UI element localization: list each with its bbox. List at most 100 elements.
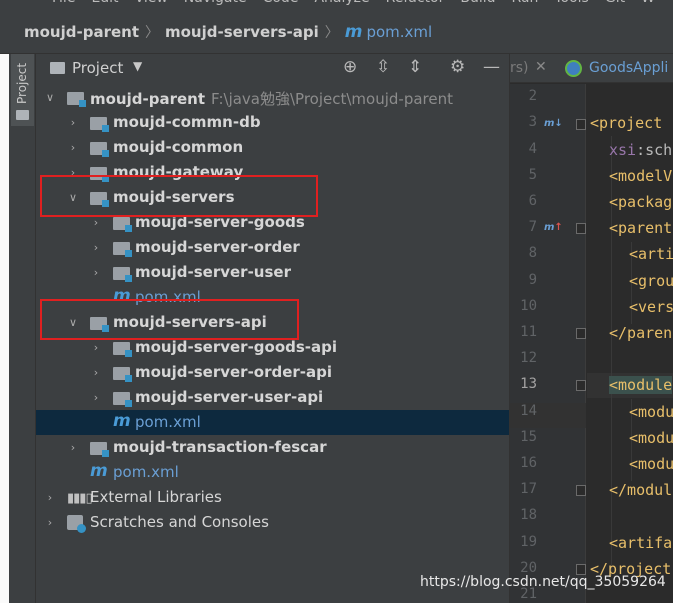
menu-item[interactable]: Analyze [314, 0, 369, 6]
code-line[interactable]: <packag [609, 193, 672, 211]
chevron-right-icon[interactable]: › [90, 391, 102, 404]
chevron-right-icon[interactable]: › [44, 491, 56, 504]
tree-item-common[interactable]: › moujd-common [36, 135, 509, 160]
chevron-right-icon[interactable]: › [90, 341, 102, 354]
line-number: 7 [528, 219, 537, 235]
fold-marker[interactable] [576, 328, 586, 339]
line-number: 15 [520, 429, 537, 445]
code-attribute-rest: :sch [636, 141, 673, 159]
collapse-all-icon[interactable]: ⇕ [408, 57, 422, 77]
code-attribute: xsi [609, 141, 637, 159]
chevron-right-icon[interactable]: › [67, 116, 79, 129]
tree-item-label: pom.xml [113, 463, 179, 481]
tree-item-scratches[interactable]: › Scratches and Consoles [36, 510, 509, 535]
tree-item-label: moujd-transaction-fescar [113, 438, 327, 456]
line-number: 18 [520, 507, 537, 523]
code-line[interactable]: <modu [629, 403, 673, 421]
fold-marker[interactable] [576, 119, 586, 130]
spring-boot-icon [565, 60, 582, 77]
chevron-right-icon[interactable]: › [90, 266, 102, 279]
maven-override-icon[interactable]: m↑ [544, 222, 563, 233]
close-icon[interactable]: ✕ [535, 59, 547, 75]
tree-item-external-libraries[interactable]: › ▮▮▮▯ External Libraries [36, 485, 509, 510]
menu-item[interactable]: Navigate [184, 0, 247, 6]
menu-item[interactable]: Git [605, 0, 625, 6]
tree-item-transaction-fescar[interactable]: › moujd-transaction-fescar [36, 435, 509, 460]
chevron-right-icon[interactable]: › [44, 516, 56, 529]
tree-item-server-user[interactable]: › moujd-server-user [36, 260, 509, 285]
chevron-right-icon[interactable]: › [67, 441, 79, 454]
fold-marker[interactable] [576, 223, 586, 234]
highlight-box-servers [40, 175, 318, 217]
menu-item[interactable]: Code [263, 0, 299, 6]
code-line[interactable]: <vers [629, 298, 673, 316]
tree-item-label: moujd-server-user-api [135, 388, 324, 406]
line-number: 16 [520, 455, 537, 471]
code-line[interactable]: <grou [629, 272, 673, 290]
chevron-right-icon[interactable]: › [90, 366, 102, 379]
editor-gutter [510, 84, 586, 603]
breadcrumb-file[interactable]: pom.xml [366, 23, 432, 41]
tree-item-server-order-api[interactable]: › moujd-server-order-api [36, 360, 509, 385]
module-folder-icon [113, 367, 132, 382]
code-line[interactable]: xsi:sch [609, 141, 672, 159]
line-number: 17 [520, 481, 537, 497]
chevron-right-icon[interactable]: › [90, 216, 102, 229]
module-folder-icon [113, 392, 132, 407]
module-folder-icon [113, 342, 132, 357]
tree-item-server-user-api[interactable]: › moujd-server-user-api [36, 385, 509, 410]
expand-all-icon[interactable]: ⇳ [376, 57, 390, 77]
code-line[interactable]: <project [590, 114, 662, 132]
menu-item[interactable]: View [135, 0, 168, 6]
chevron-right-icon[interactable]: › [67, 141, 79, 154]
menu-item[interactable]: Edit [91, 0, 118, 6]
watermark-url: https://blog.csdn.net/qq_35059264 [420, 574, 666, 590]
editor-tab-goods-application[interactable]: GoodsAppli [589, 60, 668, 76]
chevron-down-icon[interactable]: ▼ [133, 59, 142, 73]
tree-item-label: External Libraries [90, 488, 222, 506]
module-folder-icon [67, 92, 86, 107]
menu-item[interactable]: W [641, 0, 655, 6]
code-line[interactable]: <artifa [609, 534, 672, 552]
code-line[interactable]: <modu [629, 429, 673, 447]
scratches-icon [67, 515, 86, 533]
code-line[interactable]: <modelV [609, 167, 672, 185]
line-number: 19 [520, 534, 537, 550]
editor-tab-partial[interactable]: rs) [510, 60, 529, 76]
breadcrumb-module[interactable]: moujd-servers-api [165, 23, 319, 41]
crosshair-icon[interactable]: ⊕ [343, 57, 357, 77]
code-line[interactable]: <modu [629, 455, 673, 473]
code-line[interactable]: </modul [609, 481, 672, 499]
menu-items[interactable]: File Edit View Navigate Code Analyze Refactor B… [52, 0, 671, 6]
maven-icon: m [113, 411, 131, 431]
menu-item[interactable]: Run [512, 0, 539, 6]
tree-item-root-pom[interactable]: m pom.xml [36, 460, 509, 485]
menu-item[interactable]: Refactor [386, 0, 445, 6]
tree-item-servers-api-pom[interactable]: m pom.xml [36, 410, 509, 435]
chevron-right-icon: 〉 [145, 24, 159, 41]
menu-item[interactable]: Build [460, 0, 495, 6]
tree-item-commn-db[interactable]: › moujd-commn-db [36, 110, 509, 135]
code-line[interactable]: <arti [629, 245, 673, 263]
breadcrumb-root[interactable]: moujd-parent [24, 23, 139, 41]
line-number: 6 [528, 193, 537, 209]
code-line[interactable]: </paren [609, 324, 672, 342]
chevron-right-icon[interactable]: › [90, 241, 102, 254]
maven-icon: m [90, 461, 108, 481]
menu-item[interactable]: File [52, 0, 75, 6]
menu-item[interactable]: Tools [554, 0, 589, 6]
code-line-current[interactable]: <module [609, 376, 673, 394]
panel-title[interactable]: Project [72, 59, 123, 77]
tree-item-server-order[interactable]: › moujd-server-order [36, 235, 509, 260]
code-line[interactable]: <parent [609, 219, 672, 237]
maven-gutter-icon[interactable]: m↓ [544, 118, 563, 129]
line-number: 5 [528, 167, 537, 183]
module-folder-icon [113, 267, 132, 282]
libraries-icon: ▮▮▮▯ [67, 491, 93, 506]
gear-icon[interactable]: ⚙ [450, 57, 465, 77]
fold-marker[interactable] [576, 485, 586, 496]
minimize-icon[interactable]: — [483, 57, 500, 77]
tree-item-moujd-parent[interactable]: ∨ moujd-parent F:\java勉強\Project\moujd-pa… [36, 85, 509, 110]
fold-marker[interactable] [576, 380, 586, 391]
chevron-down-icon[interactable]: ∨ [44, 91, 56, 104]
